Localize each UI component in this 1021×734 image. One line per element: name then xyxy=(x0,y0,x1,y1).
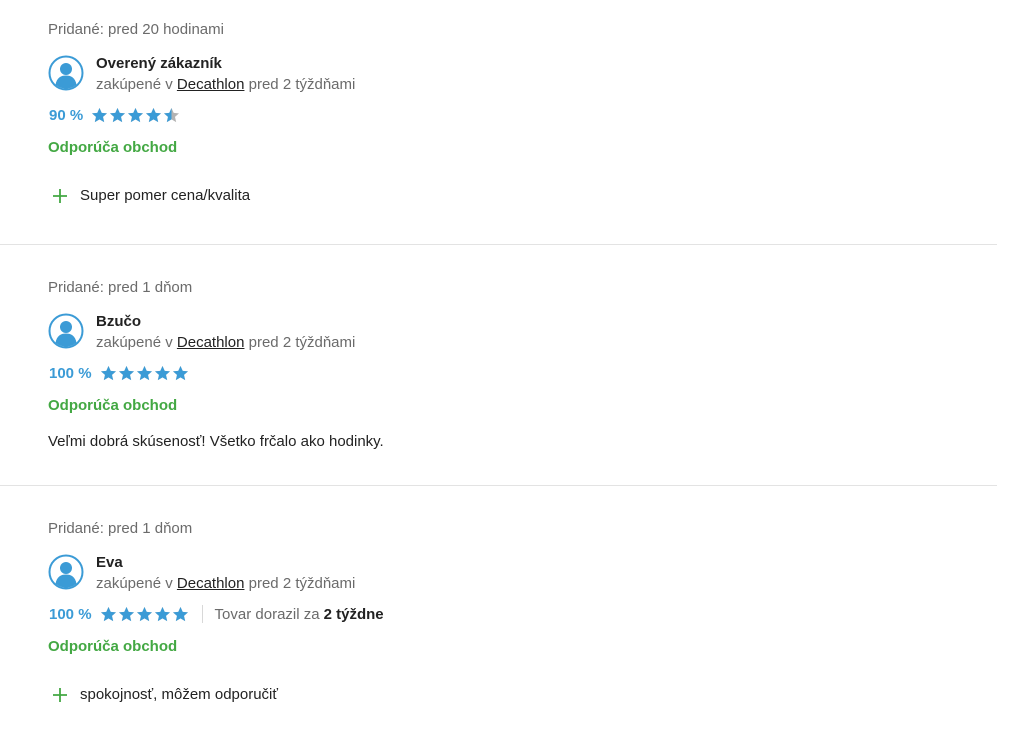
review-author: Overený zákazník zakúpené v Decathlon pr… xyxy=(48,54,997,96)
review-added-date: Pridané: pred 20 hodinami xyxy=(48,21,224,38)
star-icon xyxy=(136,365,152,380)
rating-row: 100 % Tovar dorazil za 2 týždne xyxy=(48,604,997,624)
review-added-date: Pridané: pred 1 dňom xyxy=(48,520,193,537)
review-item: Pridané: pred 20 hodinami Overený zákazn… xyxy=(0,0,997,245)
rating-stars xyxy=(100,365,190,382)
review-item: Pridané: pred 1 dňom Bzučo zakúpené v De… xyxy=(0,245,997,486)
purchase-info: zakúpené v Decathlon pred 2 týždňami xyxy=(96,573,355,594)
review-pro-item: Super pomer cena/kvalita xyxy=(48,186,997,206)
purchase-info: zakúpené v Decathlon pred 2 týždňami xyxy=(96,74,355,95)
user-avatar-icon xyxy=(48,55,84,91)
star-icon xyxy=(154,606,170,621)
recommends-shop-label: Odporúča obchod xyxy=(48,638,178,655)
star-icon xyxy=(136,606,152,621)
delivery-value: 2 týždne xyxy=(323,605,384,623)
review-pro-item: spokojnosť, môžem odporučiť xyxy=(48,685,997,705)
rating-percent: 90 % xyxy=(49,106,84,124)
purchase-prefix: zakúpené v xyxy=(96,334,173,351)
delivery-label: Tovar dorazil za xyxy=(214,605,320,623)
star-icon xyxy=(118,365,134,380)
review-author: Eva zakúpené v Decathlon pred 2 týždňami xyxy=(48,553,997,595)
review-comment: Veľmi dobrá skúsenosť! Všetko frčalo ako… xyxy=(48,433,384,450)
pro-text: Super pomer cena/kvalita xyxy=(80,187,251,204)
review-added-date: Pridané: pred 1 dňom xyxy=(48,279,193,296)
star-icon xyxy=(100,365,116,380)
review-author: Bzučo zakúpené v Decathlon pred 2 týždňa… xyxy=(48,312,997,354)
pro-text: spokojnosť, môžem odporučiť xyxy=(80,686,279,703)
star-icon xyxy=(154,365,170,380)
review-item: Pridané: pred 1 dňom Eva zakúpené v Deca… xyxy=(0,486,997,734)
star-icon xyxy=(92,107,108,122)
delivery-time: Tovar dorazil za 2 týždne xyxy=(201,605,384,623)
plus-icon xyxy=(53,189,67,203)
purchase-time: pred 2 týždňami xyxy=(248,334,356,351)
shop-link[interactable]: Decathlon xyxy=(177,334,245,351)
purchase-prefix: zakúpené v xyxy=(96,575,173,592)
purchase-time: pred 2 týždňami xyxy=(248,575,356,592)
star-icon xyxy=(128,107,144,122)
user-avatar-icon xyxy=(48,554,84,590)
author-name: Eva xyxy=(96,554,123,571)
star-icon xyxy=(118,606,134,621)
recommends-shop-label: Odporúča obchod xyxy=(48,139,178,156)
star-icon xyxy=(164,107,180,122)
star-icon xyxy=(100,606,116,621)
purchase-prefix: zakúpené v xyxy=(96,76,173,93)
rating-percent: 100 % xyxy=(49,364,92,382)
star-icon xyxy=(172,606,188,621)
rating-row: 90 % xyxy=(48,105,997,125)
recommends-shop-label: Odporúča obchod xyxy=(48,397,178,414)
author-name: Bzučo xyxy=(96,313,141,330)
rating-stars xyxy=(91,107,181,124)
rating-percent: 100 % xyxy=(49,605,92,623)
star-icon xyxy=(172,365,188,380)
shop-link[interactable]: Decathlon xyxy=(177,76,245,93)
star-icon xyxy=(146,107,162,122)
purchase-time: pred 2 týždňami xyxy=(248,76,356,93)
shop-link[interactable]: Decathlon xyxy=(177,575,245,592)
rating-row: 100 % xyxy=(48,363,997,383)
author-name: Overený zákazník xyxy=(96,55,222,72)
rating-stars xyxy=(100,606,190,623)
purchase-info: zakúpené v Decathlon pred 2 týždňami xyxy=(96,332,355,353)
user-avatar-icon xyxy=(48,313,84,349)
plus-icon xyxy=(53,688,67,702)
star-icon xyxy=(110,107,126,122)
